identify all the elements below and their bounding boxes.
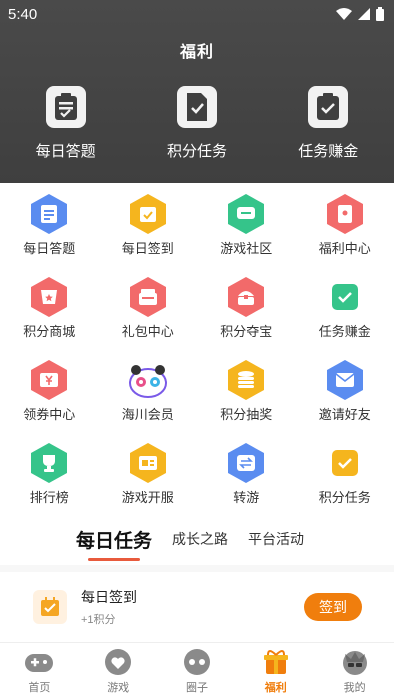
notepad-icon [29, 193, 69, 235]
clipboard-list-icon [45, 86, 86, 128]
battery-icon [376, 7, 384, 21]
task-title: 每日签到 [81, 589, 137, 605]
feature-grid: 每日答题 每日签到 游戏社区 福利中心 积分商城 礼包中心 积分夺宝 任务赚金 … [0, 183, 394, 513]
nav-welfare[interactable]: 福利 [240, 647, 312, 695]
signin-button[interactable]: 签到 [304, 593, 362, 621]
grid-item-point-task[interactable]: 积分任务 [296, 438, 394, 521]
trophy-icon [29, 442, 69, 484]
grid-item-label: 游戏社区 [220, 241, 273, 256]
top-actions: 每日答题 积分任务 任务赚金 [0, 86, 394, 161]
tab-daily-tasks[interactable]: 每日任务 [76, 526, 152, 561]
grid-item-game-server[interactable]: 游戏开服 [99, 438, 198, 521]
top-action-daily-quiz[interactable]: 每日答题 [11, 86, 121, 161]
task-list: 每日签到 +1积分 签到 [0, 572, 394, 642]
invite-icon [325, 359, 365, 401]
grid-item-earn-gold[interactable]: 任务赚金 [296, 272, 394, 355]
nav-label: 游戏 [107, 682, 130, 694]
nav-label: 圈子 [185, 682, 208, 694]
nav-label: 福利 [264, 682, 287, 694]
top-action-label: 积分任务 [166, 143, 227, 160]
status-time: 5:40 [8, 5, 38, 23]
grid-item-label: 积分夺宝 [220, 324, 273, 339]
treasure-icon [226, 276, 266, 318]
grid-item-haichuan-member[interactable]: 海川会员 [99, 355, 198, 438]
calendar-check-icon [33, 590, 67, 624]
game-heart-icon [102, 647, 134, 677]
gift-icon [260, 647, 292, 677]
chat-icon [226, 193, 266, 235]
clipboard-check-icon [325, 276, 365, 318]
grid-item-label: 每日签到 [121, 241, 174, 256]
grid-item-label: 每日答题 [23, 241, 76, 256]
shop-icon [29, 276, 69, 318]
nav-profile[interactable]: 我的 [319, 647, 391, 695]
grid-item-point-lottery[interactable]: 积分抽奖 [197, 355, 296, 438]
nav-label: 我的 [343, 682, 366, 694]
top-action-earn-gold[interactable]: 任务赚金 [273, 86, 383, 161]
grid-item-welfare-center[interactable]: 福利中心 [296, 189, 394, 272]
grid-item-point-mall[interactable]: 积分商城 [0, 272, 99, 355]
circle-chat-icon [181, 647, 213, 677]
grid-item-daily-quiz[interactable]: 每日答题 [0, 189, 99, 272]
red-envelope-icon [325, 193, 365, 235]
grid-item-label: 任务赚金 [318, 324, 371, 339]
grid-item-daily-signin[interactable]: 每日签到 [99, 189, 198, 272]
signal-icon [358, 8, 370, 20]
gift-box-icon [128, 276, 168, 318]
grid-item-label: 领券中心 [23, 407, 76, 422]
task-reward: +1积分 [81, 614, 116, 626]
transfer-game-icon [226, 442, 266, 484]
home-gamepad-icon [23, 647, 55, 677]
grid-item-leaderboard[interactable]: 排行榜 [0, 438, 99, 521]
page-title: 福利 [179, 44, 214, 61]
tab-growth-path[interactable]: 成长之路 [172, 529, 228, 549]
top-action-label: 任务赚金 [298, 143, 359, 160]
nav-game[interactable]: 游戏 [82, 647, 154, 695]
panda-mascot-icon [128, 359, 168, 401]
top-action-label: 每日答题 [35, 143, 96, 160]
grid-item-transfer-game[interactable]: 转游 [197, 438, 296, 521]
grid-item-gift-center[interactable]: 礼包中心 [99, 272, 198, 355]
nav-circle[interactable]: 圈子 [161, 647, 233, 695]
grid-item-coupon-center[interactable]: 领券中心 [0, 355, 99, 438]
grid-item-label: 转游 [233, 490, 260, 505]
list-item: 每日签到 +1积分 签到 [0, 572, 394, 642]
grid-item-label: 游戏开服 [121, 490, 174, 505]
coupon-icon [29, 359, 69, 401]
grid-item-label: 排行榜 [29, 490, 69, 505]
coin-stack-icon [226, 359, 266, 401]
grid-item-label: 海川会员 [121, 407, 174, 422]
tab-platform-events[interactable]: 平台活动 [248, 529, 304, 549]
server-icon [128, 442, 168, 484]
grid-item-label: 福利中心 [318, 241, 371, 256]
grid-item-label: 积分抽奖 [220, 407, 273, 422]
nav-label: 首页 [28, 682, 51, 694]
grid-item-game-community[interactable]: 游戏社区 [197, 189, 296, 272]
task-tabs: 每日任务 成长之路 平台活动 [0, 513, 394, 565]
grid-item-point-treasure[interactable]: 积分夺宝 [197, 272, 296, 355]
wifi-icon [336, 8, 352, 20]
top-action-point-task[interactable]: 积分任务 [142, 86, 252, 161]
status-bar: 5:40 [0, 0, 394, 28]
calendar-check-icon [128, 193, 168, 235]
grid-item-label: 邀请好友 [318, 407, 371, 422]
clipboard-check-icon [308, 86, 349, 128]
document-check-icon [176, 86, 217, 128]
grid-item-label: 积分商城 [23, 324, 76, 339]
grid-item-label: 礼包中心 [121, 324, 174, 339]
grid-item-label: 积分任务 [318, 490, 371, 505]
task-text: 每日签到 +1积分 [81, 587, 304, 627]
status-icons [336, 7, 384, 21]
task-icon [325, 442, 365, 484]
grid-item-invite-friends[interactable]: 邀请好友 [296, 355, 394, 438]
header: 5:40 福利 每日答题 积分任务 任务赚金 [0, 0, 394, 183]
nav-home[interactable]: 首页 [3, 647, 75, 695]
profile-icon [339, 647, 371, 677]
bottom-nav: 首页 游戏 圈子 福利 我的 [0, 642, 394, 700]
